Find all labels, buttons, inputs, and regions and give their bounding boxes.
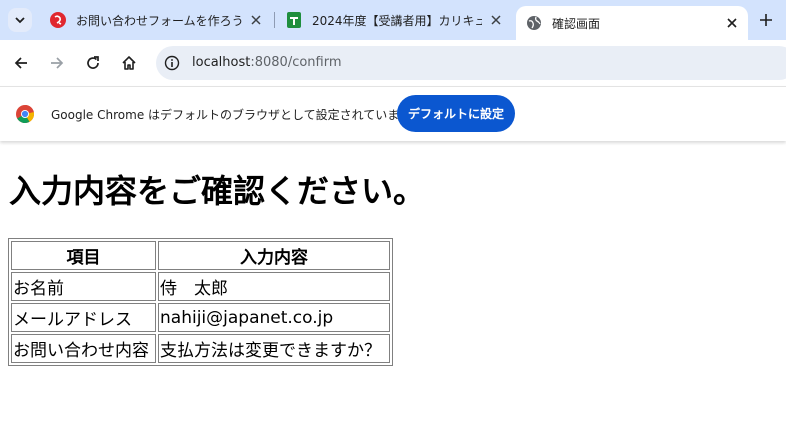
url-path: :8080/confirm bbox=[250, 55, 342, 70]
set-default-button[interactable]: デフォルトに設定 bbox=[397, 95, 515, 132]
browser-toolbar: localhost:8080/confirm bbox=[0, 40, 786, 86]
row-value: 支払方法は変更できますか？ bbox=[158, 334, 390, 363]
address-bar[interactable]: localhost:8080/confirm bbox=[156, 46, 786, 80]
globe-icon bbox=[527, 16, 541, 30]
tab-contact-form[interactable]: お問い合わせフォームを作ろう | プロ bbox=[40, 5, 272, 35]
tab-title: 2024年度【受講者用】カリキュラム bbox=[312, 13, 482, 28]
row-label: お名前 bbox=[11, 272, 156, 301]
row-value: nahiji@japanet.co.jp bbox=[158, 303, 390, 332]
page-title: 入力内容をご確認ください。 bbox=[9, 172, 426, 210]
home-icon bbox=[122, 56, 136, 70]
tab-title: 確認画面 bbox=[552, 16, 601, 31]
close-icon[interactable] bbox=[248, 12, 264, 28]
infobar-message: Google Chrome はデフォルトのブラウザとして設定されていません bbox=[51, 108, 423, 122]
url-host: localhost bbox=[192, 55, 251, 70]
new-tab-button[interactable] bbox=[756, 10, 776, 30]
table-row: お名前 侍 太郎 bbox=[11, 272, 390, 301]
tab-search-button[interactable] bbox=[8, 8, 32, 32]
close-icon[interactable] bbox=[488, 12, 504, 28]
chrome-logo-icon bbox=[16, 105, 34, 123]
tab-title: お問い合わせフォームを作ろう | プロ bbox=[76, 13, 242, 28]
tab-separator bbox=[274, 12, 275, 28]
confirm-table: 項目 入力内容 お名前 侍 太郎 メールアドレス nahiji@japanet.… bbox=[8, 238, 393, 366]
table-header-row: 項目 入力内容 bbox=[11, 241, 390, 270]
close-icon[interactable] bbox=[724, 15, 740, 31]
header-item: 項目 bbox=[11, 241, 156, 270]
site-info-icon[interactable] bbox=[164, 55, 180, 71]
page-content: 入力内容をご確認ください。 項目 入力内容 お名前 侍 太郎 メールアドレス n… bbox=[0, 140, 786, 434]
table-row: メールアドレス nahiji@japanet.co.jp bbox=[11, 303, 390, 332]
red-circle-icon bbox=[50, 12, 66, 28]
forward-arrow-icon bbox=[51, 57, 64, 69]
header-content: 入力内容 bbox=[158, 241, 390, 270]
row-label: お問い合わせ内容 bbox=[11, 334, 156, 363]
tab-strip: お問い合わせフォームを作ろう | プロ 2024年度【受講者用】カリキュラム 確… bbox=[0, 0, 786, 40]
reload-button[interactable] bbox=[81, 51, 105, 75]
reload-icon bbox=[87, 56, 99, 69]
forward-button[interactable] bbox=[45, 51, 69, 75]
table-row: お問い合わせ内容 支払方法は変更できますか？ bbox=[11, 334, 390, 363]
plus-icon bbox=[760, 14, 772, 26]
chevron-down-icon bbox=[15, 17, 25, 24]
url-text[interactable]: localhost:8080/confirm bbox=[192, 55, 342, 70]
row-label: メールアドレス bbox=[11, 303, 156, 332]
tab-confirm-active[interactable]: 確認画面 bbox=[516, 6, 748, 40]
back-arrow-icon bbox=[14, 57, 27, 69]
green-sheet-icon bbox=[287, 12, 301, 28]
tab-curriculum[interactable]: 2024年度【受講者用】カリキュラム bbox=[276, 5, 512, 35]
home-button[interactable] bbox=[117, 51, 141, 75]
default-browser-infobar: Google Chrome はデフォルトのブラウザとして設定されていません デフ… bbox=[0, 86, 786, 141]
back-button[interactable] bbox=[9, 51, 33, 75]
row-value: 侍 太郎 bbox=[158, 272, 390, 301]
